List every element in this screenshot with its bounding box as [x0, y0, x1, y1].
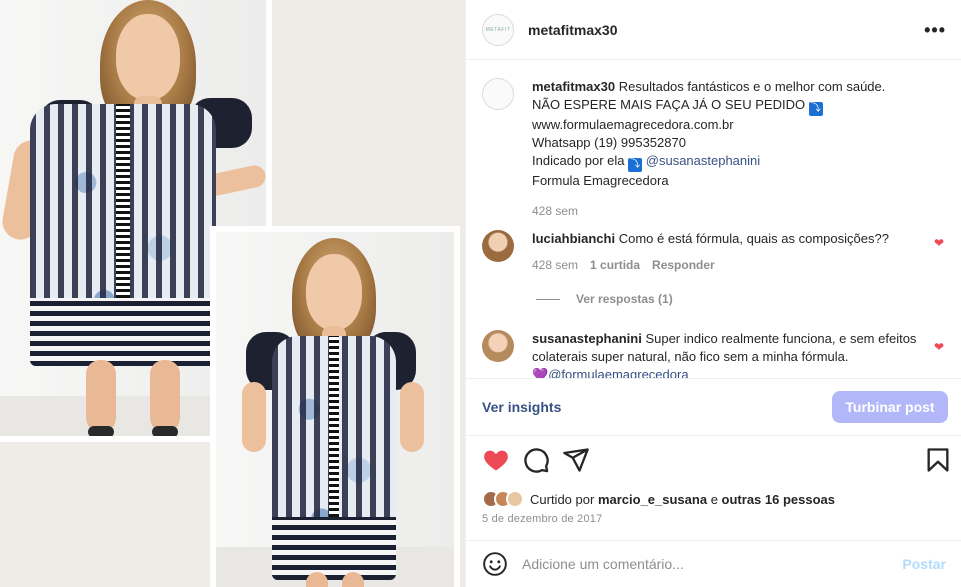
comment-likes[interactable]: 1 curtida	[590, 256, 640, 274]
action-bar	[482, 446, 952, 478]
comment-username[interactable]: susanastephanini	[532, 331, 642, 346]
arrow-badge-icon: ⤵	[628, 158, 643, 172]
avatar-logo-text: METAFIT	[485, 26, 511, 33]
avatar[interactable]: METAFIT	[482, 13, 514, 46]
bookmark-icon[interactable]	[924, 446, 952, 474]
person-figure	[216, 232, 454, 587]
after-photo	[210, 226, 460, 587]
heart-icon[interactable]: ❤	[934, 340, 944, 354]
caption-line-2: NÃO ESPERE MAIS FAÇA JÁ O SEU PEDIDO	[532, 97, 806, 112]
likes-summary: Curtido por marcio_e_susana e outras 16 …	[482, 490, 835, 508]
comment-time: 428 sem	[532, 258, 579, 272]
comment-icon[interactable]	[522, 446, 550, 474]
comment-text: Como é está fórmula, quais as composiçõe…	[618, 231, 889, 246]
heart-icon[interactable]	[482, 446, 510, 474]
caption-line-5: Indicado por ela	[532, 153, 625, 168]
comment-input[interactable]	[522, 556, 903, 572]
emoji-icon[interactable]	[482, 551, 508, 577]
likes-user[interactable]: marcio_e_susana	[598, 492, 707, 507]
likes-conj: e	[710, 491, 718, 507]
caption-mention[interactable]: @susanastephanini	[646, 153, 760, 168]
post-panel: METAFIT metafitmax30 ••• metafitmax30 Re…	[465, 0, 961, 587]
likes-prefix: Curtido por	[530, 491, 595, 507]
caption-time: 428 sem	[532, 204, 579, 218]
avatar[interactable]	[482, 78, 514, 110]
view-replies-button[interactable]: Ver respostas (1)	[536, 292, 673, 306]
view-replies-label: Ver respostas (1)	[576, 292, 673, 306]
add-comment-bar: Postar	[466, 540, 961, 587]
purple-heart-icon: 💜	[532, 367, 549, 378]
avatar	[506, 490, 524, 508]
more-horizontal-icon[interactable]: •••	[924, 20, 946, 41]
post-image[interactable]	[0, 0, 465, 587]
post-date[interactable]: 5 de dezembro de 2017	[482, 513, 602, 525]
divider	[536, 298, 560, 300]
comment-username[interactable]: luciahbianchi	[532, 231, 615, 246]
likes-others[interactable]: outras 16 pessoas	[722, 492, 835, 507]
reply-button[interactable]: Responder	[652, 256, 715, 274]
comment-item: susanastephanini Super indico realmente …	[482, 330, 946, 378]
liker-avatars[interactable]	[482, 490, 524, 508]
view-insights-link[interactable]: Ver insights	[482, 399, 561, 415]
caption-line-3: www.formulaemagrecedora.com.br	[532, 117, 734, 132]
avatar[interactable]	[482, 330, 514, 362]
post-comment-button[interactable]: Postar	[902, 556, 946, 572]
heart-icon[interactable]: ❤	[934, 236, 944, 250]
arrow-badge-icon: ⤵	[808, 102, 823, 116]
share-icon[interactable]	[562, 446, 590, 474]
comment-mention[interactable]: @formulaemagrecedora	[548, 367, 688, 378]
avatar[interactable]	[482, 230, 514, 262]
caption-line-4: Whatsapp (19) 995352870	[532, 135, 686, 150]
caption-line-1: Resultados fantásticos e o melhor com sa…	[618, 79, 886, 94]
insights-bar: Ver insights Turbinar post	[466, 378, 961, 436]
comment-item: luciahbianchi Como é está fórmula, quais…	[482, 230, 946, 280]
post-header: METAFIT metafitmax30 •••	[466, 0, 961, 60]
caption-username[interactable]: metafitmax30	[532, 79, 615, 94]
caption-line-6: Formula Emagrecedora	[532, 173, 669, 188]
caption: metafitmax30 Resultados fantásticos e o …	[482, 78, 946, 218]
boost-post-button[interactable]: Turbinar post	[832, 391, 948, 423]
post-username[interactable]: metafitmax30	[528, 22, 618, 38]
comments-list: metafitmax30 Resultados fantásticos e o …	[466, 60, 961, 378]
